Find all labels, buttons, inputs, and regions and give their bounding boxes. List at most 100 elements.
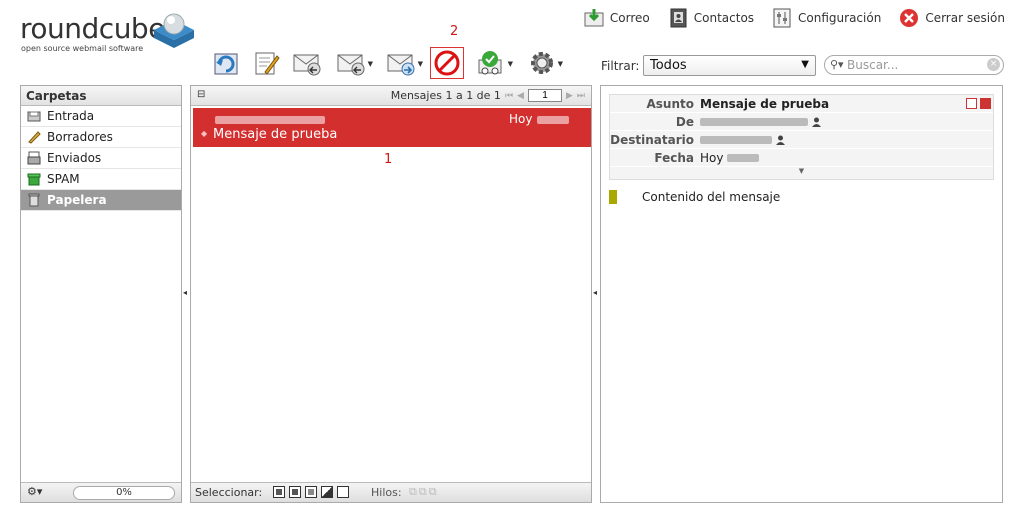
filter-label: Filtrar: [601,59,640,73]
person-icon[interactable] [776,135,785,145]
mail-download-icon [584,9,604,27]
select-none-icon[interactable] [337,486,349,498]
thread-buttons-icon[interactable]: ⧉⧉⧉ [409,485,439,499]
folders-panel: Carpetas Entrada Borradores Enviados SPA… [20,85,182,503]
mark-flag-icon [478,51,502,75]
nav-logout[interactable]: Cerrar sesión [899,8,1005,28]
folder-sent[interactable]: Enviados [21,148,181,169]
compose-button[interactable] [250,47,284,79]
subject-label: Asunto [646,96,695,111]
nav-mail[interactable]: Correo [584,8,650,28]
folder-label: Entrada [47,109,95,123]
spam-icon [27,173,41,186]
select-unread-icon[interactable] [305,486,317,498]
folders-title: Carpetas [21,86,181,106]
annotation-2: 2 [450,24,459,39]
nav-contacts[interactable]: Contactos [668,8,754,28]
folder-label: SPAM [47,172,80,186]
toolbar: ▼ ▼ ▼ ▼ [210,46,564,80]
top-navigation: Correo Contactos Configuración Cerrar se… [584,8,1005,28]
next-page-icon[interactable]: ▶ [566,91,573,101]
message-list-footer: Seleccionar: Hilos: ⧉⧉⧉ [191,482,591,502]
check-mail-icon [214,53,238,75]
pencil-icon [28,131,41,144]
open-window-icon[interactable] [980,98,991,109]
logo-tagline: open source webmail software [21,44,144,53]
trash-icon [28,193,40,207]
search-placeholder: Buscar... [847,58,899,72]
chevron-down-icon: ▼ [801,59,809,70]
to-value [700,135,785,145]
search-icon[interactable]: ⚲▾ [830,58,844,71]
mark-button[interactable]: ▼ [470,47,514,79]
folder-spam[interactable]: SPAM [21,169,181,190]
page-number-input[interactable] [527,89,562,102]
first-page-icon[interactable]: ⏮ [505,91,513,101]
inbox-icon [27,111,41,122]
check-mail-button[interactable] [210,47,244,79]
list-options-icon[interactable]: ⊟ [197,89,205,100]
unread-dot-icon[interactable]: ◆ [201,129,207,138]
last-page-icon[interactable]: ⏭ [577,91,585,101]
logo-wordmark: roundcube [20,12,165,45]
chevron-down-icon[interactable]: ▼ [558,60,563,68]
chevron-down-icon[interactable]: ▼ [508,60,513,68]
delete-button[interactable] [430,47,464,79]
logout-icon [900,9,919,27]
resize-handle-left[interactable]: ◂ [183,288,187,297]
reply-all-icon [337,54,365,76]
preview-panel: Asunto Mensaje de prueba De Destinatario… [600,85,1003,503]
message-date: Hoy [509,112,533,126]
date-text: Hoy [700,150,724,165]
message-list-panel: ⊟ Mensajes 1 a 1 de 1 ⏮ ◀ ▶ ⏭ Hoy ◆ Mens… [190,85,592,503]
resize-handle-right[interactable]: ◂ [593,288,597,297]
from-label: De [675,114,694,129]
more-actions-button[interactable]: ▼ [520,47,564,79]
address-book-icon [670,8,687,28]
chevron-down-icon[interactable]: ▼ [368,60,373,68]
prev-page-icon[interactable]: ◀ [517,91,524,101]
select-page-icon[interactable] [289,486,301,498]
message-row[interactable]: Hoy ◆ Mensaje de prueba [193,108,591,147]
chevron-down-icon[interactable]: ▼ [418,60,423,68]
nav-logout-label: Cerrar sesión [925,11,1005,25]
message-list-header: ⊟ Mensajes 1 a 1 de 1 ⏮ ◀ ▶ ⏭ [191,86,591,106]
time-redacted [537,116,569,124]
threads-label: Hilos: [371,486,402,499]
quota-indicator: 0% [73,486,175,500]
delete-prohibited-icon [434,50,460,76]
folder-options-gear-icon[interactable]: ⚙▾ [27,485,42,498]
sender-redacted [700,117,808,126]
message-subject: Mensaje de prueba [213,127,338,142]
clear-search-icon[interactable]: × [987,58,1000,71]
header-date-row: Fecha Hoy [610,149,993,167]
folder-inbox[interactable]: Entrada [21,106,181,127]
select-label: Seleccionar: [195,486,263,499]
expand-headers-icon[interactable]: ▼ [610,167,993,179]
date-label: Fecha [654,150,694,165]
filter-selected-value: Todos [650,58,687,73]
nav-mail-label: Correo [609,11,650,25]
forward-icon [387,54,415,76]
recipient-redacted [700,135,772,144]
invert-selection-icon[interactable] [321,486,333,498]
headers-icon[interactable] [966,98,977,109]
nav-settings[interactable]: Configuración [772,8,881,28]
pager-text: Mensajes 1 a 1 de 1 [390,89,501,102]
date-value: Hoy [700,150,760,165]
sent-icon [27,151,41,165]
folder-drafts[interactable]: Borradores [21,127,181,148]
person-icon[interactable] [812,117,821,127]
reply-all-button[interactable]: ▼ [330,47,374,79]
forward-button[interactable]: ▼ [380,47,424,79]
search-input[interactable]: ⚲▾ Buscar... × [824,55,1004,75]
reply-button[interactable] [290,47,324,79]
pager: Mensajes 1 a 1 de 1 ⏮ ◀ ▶ ⏭ [391,89,585,102]
time-redacted [727,153,760,162]
folder-trash[interactable]: Papelera [21,190,181,211]
subject-value: Mensaje de prueba [700,96,830,111]
select-all-icon[interactable] [273,486,285,498]
compose-icon [255,52,280,75]
filter-select[interactable]: Todos ▼ [643,55,816,76]
folder-label: Enviados [47,151,102,165]
